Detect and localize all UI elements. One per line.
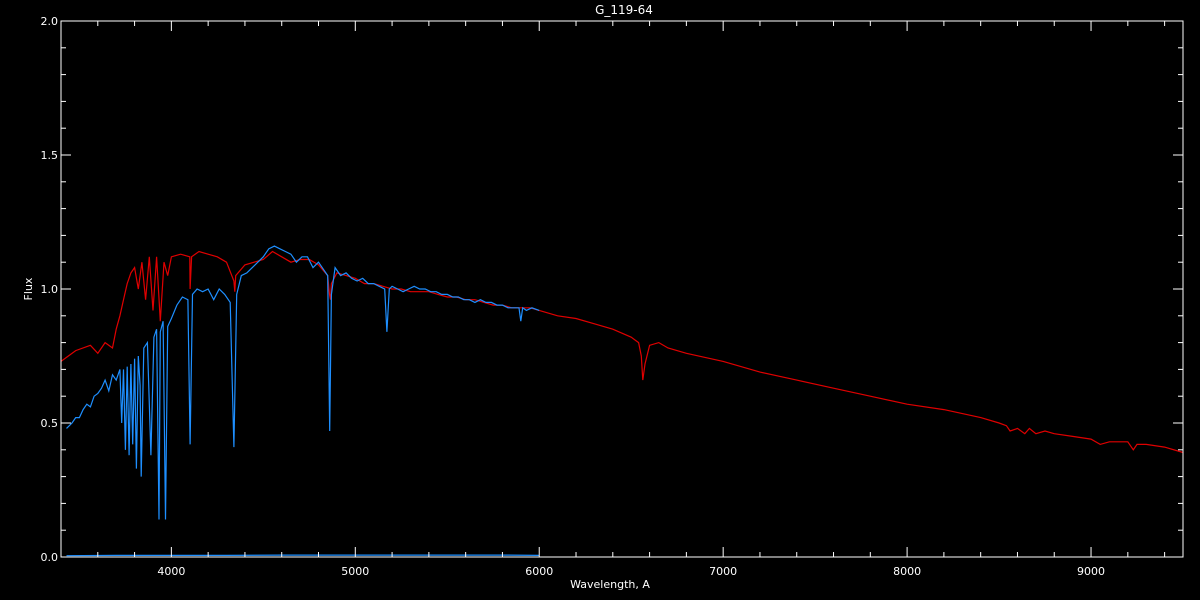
x-tick-label: 4000: [157, 565, 185, 578]
y-tick-label: 2.0: [41, 15, 59, 28]
x-axis-label: Wavelength, A: [570, 578, 650, 591]
x-tick-label: 8000: [893, 565, 921, 578]
x-tick-label: 5000: [341, 565, 369, 578]
y-tick-label: 1.0: [41, 283, 59, 296]
x-tick-label: 9000: [1077, 565, 1105, 578]
y-tick-label: 1.5: [41, 149, 59, 162]
y-tick-label: 0.0: [41, 551, 59, 564]
x-tick-label: 6000: [525, 565, 553, 578]
y-tick-label: 0.5: [41, 417, 59, 430]
chart-title: G_119-64: [595, 3, 653, 17]
spectrum-chart: G_119-64 Wavelength, A Flux 4000 5000 6000…: [0, 0, 1200, 600]
series-line-3: [66, 554, 540, 557]
y-axis-label: Flux: [22, 277, 35, 300]
x-tick-label: 7000: [709, 565, 737, 578]
